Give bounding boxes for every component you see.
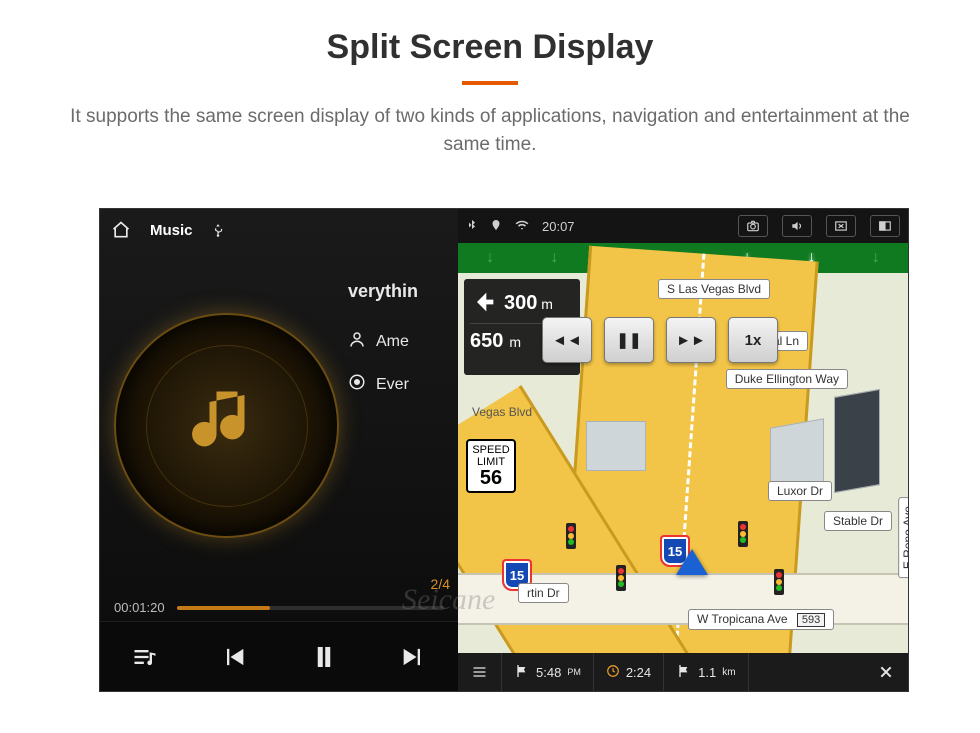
turn-secondary-dist: 650 <box>470 330 503 353</box>
track-index: 2/4 <box>431 576 450 592</box>
speed-limit-sign: SPEED LIMIT 56 <box>466 439 516 493</box>
prev-button[interactable] <box>211 634 257 680</box>
bluetooth-icon <box>466 217 478 236</box>
progress-fill <box>177 606 271 610</box>
clock-icon <box>606 664 620 681</box>
nav-close-button[interactable] <box>864 653 908 691</box>
usb-icon[interactable] <box>211 220 225 240</box>
album-art <box>114 313 339 538</box>
speed-value: 56 <box>468 468 514 488</box>
next-button[interactable] <box>390 634 436 680</box>
playlist-button[interactable] <box>122 634 168 680</box>
traffic-light-3 <box>738 521 748 547</box>
music-note-icon <box>185 381 269 470</box>
status-right <box>738 215 900 237</box>
eta-ampm: PM <box>567 667 581 677</box>
building-3 <box>586 421 646 471</box>
status-left: 20:07 <box>466 217 575 236</box>
street-tropicana: W Tropicana Ave 593 <box>688 609 834 630</box>
sim-prev-button[interactable]: ◄◄ <box>542 317 592 363</box>
sim-pause-button[interactable]: ❚❚ <box>604 317 654 363</box>
speed-label-top: SPEED <box>468 444 514 456</box>
title-underline <box>462 81 518 85</box>
street-s-las-vegas: S Las Vegas Blvd <box>658 279 770 299</box>
street-luxor: Luxor Dr <box>768 481 832 501</box>
music-header-label: Music <box>150 222 193 239</box>
split-screen-button[interactable] <box>870 215 900 237</box>
track-title: verythin <box>348 281 458 302</box>
close-app-button[interactable] <box>826 215 856 237</box>
nav-eta[interactable]: 5:48 PM <box>502 653 594 691</box>
progress-bar[interactable] <box>177 606 444 610</box>
page-title: Split Screen Display <box>0 28 980 67</box>
navigation-panel: 20:07 ↓ ↓ ↓ ↓ ↓ ↓ ↓ 15 1 <box>458 209 908 691</box>
home-icon[interactable] <box>110 220 132 240</box>
lane-arrow-1: ↓ <box>486 249 494 267</box>
distance-unit: km <box>722 667 735 678</box>
nav-distance[interactable]: 1.1 km <box>664 653 748 691</box>
sim-speed-button[interactable]: 1x <box>728 317 778 363</box>
pause-button[interactable] <box>301 634 347 680</box>
traffic-light-4 <box>774 569 784 595</box>
street-stable: Stable Dr <box>824 511 892 531</box>
distance-flag-icon <box>676 663 692 682</box>
traffic-light-2 <box>616 565 626 591</box>
lane-arrow-7: ↓ <box>872 249 880 267</box>
street-mlk: rtin Dr <box>518 583 569 603</box>
street-tropicana-name: W Tropicana Ave <box>697 612 788 626</box>
traffic-light-1 <box>566 523 576 549</box>
wifi-icon <box>514 218 530 235</box>
volume-button[interactable] <box>782 215 812 237</box>
artist-row: Ame <box>348 330 458 353</box>
duration-value: 2:24 <box>626 665 651 680</box>
route-593: 593 <box>797 613 825 627</box>
nav-menu-button[interactable] <box>458 653 502 691</box>
eta-time: 5:48 <box>536 665 561 680</box>
sim-overlay-controls: ◄◄ ❚❚ ►► 1x <box>542 317 778 363</box>
device-screen: Music verythin Ame Ever <box>100 209 908 691</box>
lane-arrow-2: ↓ <box>550 249 558 267</box>
vehicle-cursor <box>676 549 708 575</box>
track-meta: verythin Ame Ever <box>348 281 458 416</box>
album-row: Ever <box>348 373 458 396</box>
page-description: It supports the same screen display of t… <box>0 103 980 158</box>
elapsed-time: 00:01:20 <box>114 600 165 615</box>
building-2 <box>834 389 880 493</box>
status-bar: 20:07 <box>458 209 908 243</box>
turn-primary-unit: m <box>541 296 553 312</box>
artist-name: Ame <box>376 333 409 351</box>
street-reno: E Reno Ave <box>898 497 908 578</box>
nav-bottom-bar: 5:48 PM 2:24 1.1 km <box>458 653 908 691</box>
turn-primary-dist: 300 <box>504 292 537 314</box>
location-icon <box>490 217 502 236</box>
music-controls <box>100 621 458 691</box>
person-icon <box>348 330 366 353</box>
distance-value: 1.1 <box>698 665 716 680</box>
camera-button[interactable] <box>738 215 768 237</box>
nav-duration[interactable]: 2:24 <box>594 653 664 691</box>
disc-icon <box>348 373 366 396</box>
album-area: verythin Ame Ever 2/4 <box>100 251 458 600</box>
album-name: Ever <box>376 376 409 394</box>
street-duke: Duke Ellington Way <box>726 369 848 389</box>
flag-icon <box>514 663 530 682</box>
music-header: Music <box>100 209 458 251</box>
turn-secondary-unit: m <box>509 334 521 350</box>
turn-left-icon <box>470 288 498 319</box>
street-vegas-side: Vegas Blvd <box>464 403 540 421</box>
progress-row: 00:01:20 <box>100 600 458 621</box>
sim-next-button[interactable]: ►► <box>666 317 716 363</box>
status-time: 20:07 <box>542 219 575 234</box>
music-panel: Music verythin Ame Ever <box>100 209 458 691</box>
